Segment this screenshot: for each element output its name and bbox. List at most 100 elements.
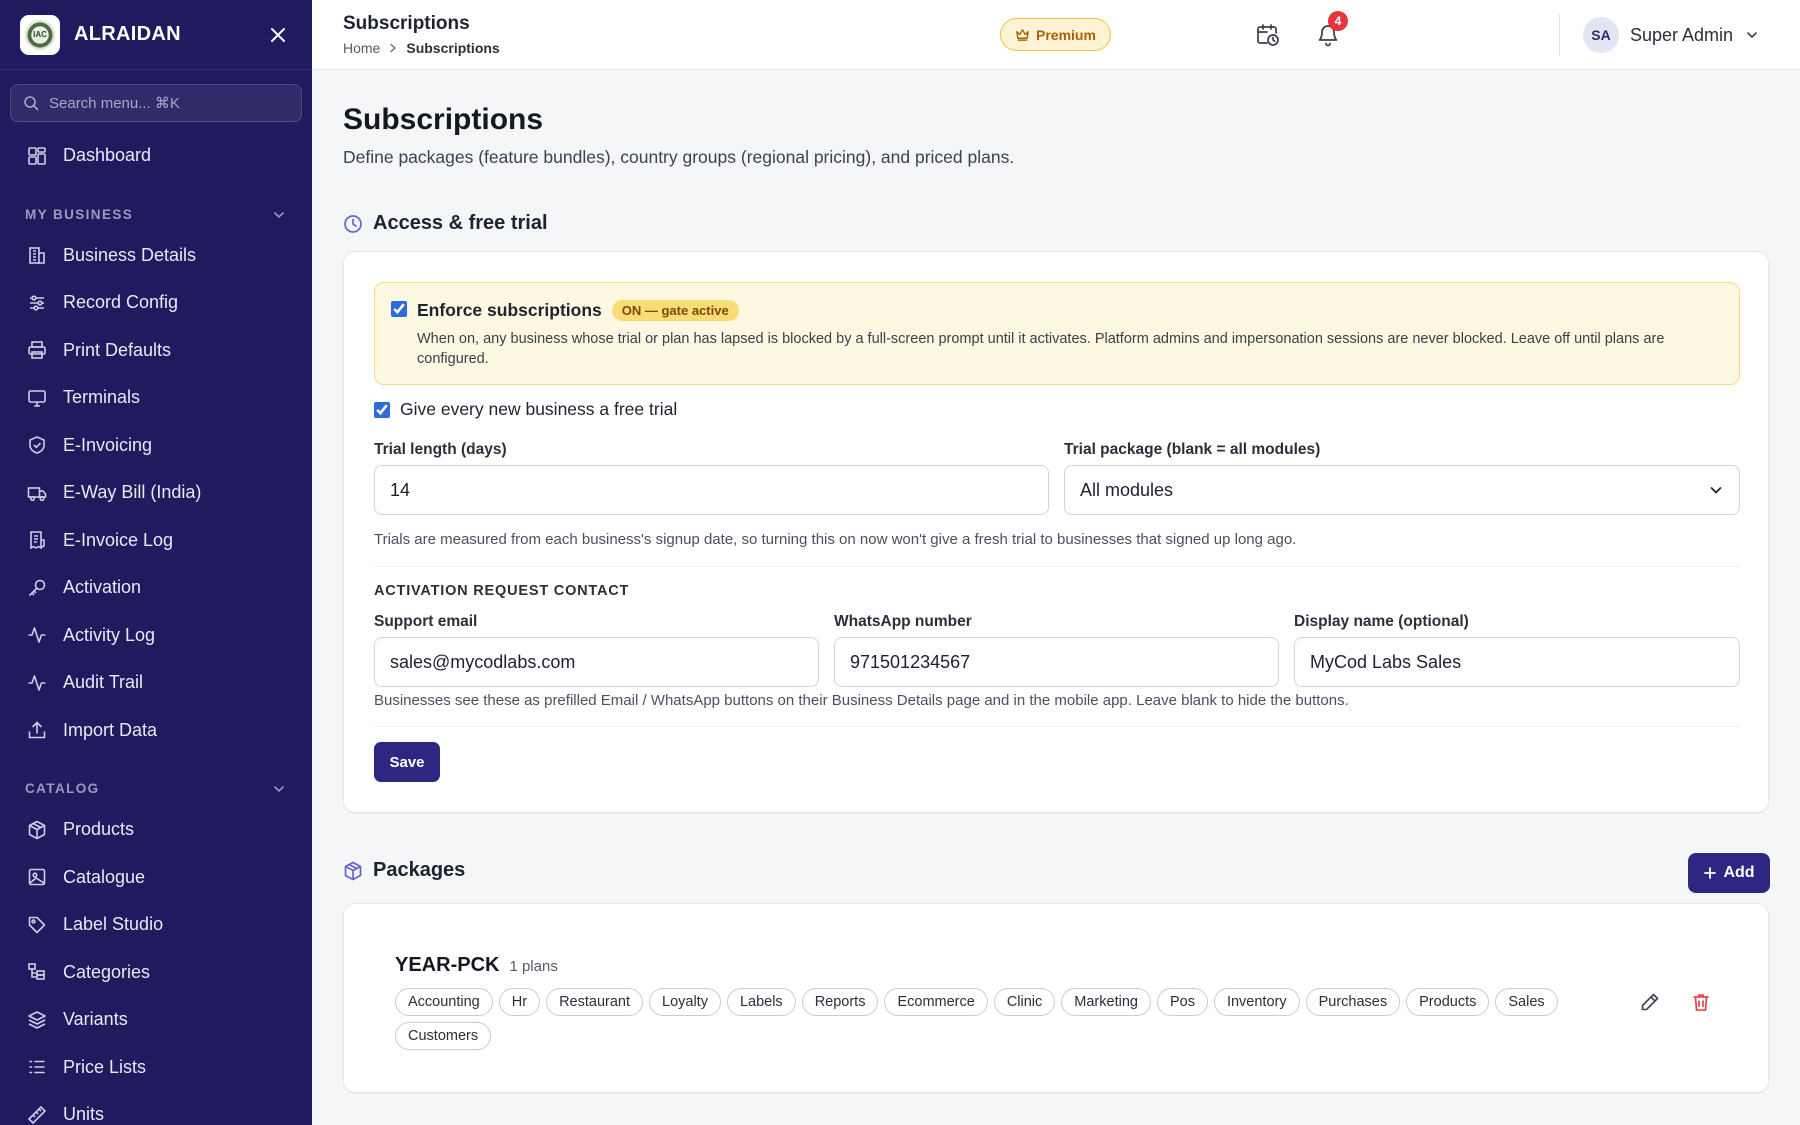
module-chip: Marketing: [1061, 988, 1151, 1016]
sidebar-item-dashboard[interactable]: Dashboard: [0, 132, 312, 180]
page-description: Define packages (feature bundles), count…: [343, 147, 1015, 167]
module-chip: Labels: [726, 988, 796, 1016]
calendar-clock-button[interactable]: [1252, 19, 1284, 51]
sidebar-item-categories[interactable]: Categories: [0, 949, 312, 997]
receipt-icon: [26, 529, 48, 551]
shield-check-icon: [26, 434, 48, 456]
free-trial-label: Give every new business a free trial: [400, 399, 678, 419]
module-chip: Accounting: [395, 988, 493, 1016]
add-package-button[interactable]: Add: [1688, 853, 1770, 893]
free-trial-checkbox[interactable]: [374, 401, 390, 418]
save-button[interactable]: Save: [374, 742, 440, 782]
sidebar-section-catalog[interactable]: CATALOG: [0, 754, 312, 806]
tag-icon: [26, 914, 48, 936]
enforce-subscriptions-checkbox[interactable]: [391, 301, 407, 317]
free-trial-row: Give every new business a free trial: [374, 399, 677, 420]
page-title: Subscriptions: [343, 103, 544, 136]
whatsapp-input[interactable]: [834, 637, 1279, 687]
support-email-input[interactable]: [374, 637, 819, 687]
clock-icon: [344, 214, 362, 233]
activity-icon: [26, 624, 48, 646]
sidebar-item-activity-log[interactable]: Activity Log: [0, 612, 312, 660]
upload-icon: [26, 719, 48, 741]
trial-length-label: Trial length (days): [374, 441, 507, 458]
plus-icon: [1704, 867, 1717, 879]
sidebar-item-catalogue[interactable]: Catalogue: [0, 854, 312, 902]
enforce-description: When on, any business whose trial or pla…: [417, 331, 1665, 367]
enforce-subscriptions-panel: Enforce subscriptions ON — gate active W…: [374, 282, 1740, 385]
premium-badge[interactable]: Premium: [1000, 18, 1111, 51]
close-sidebar-button[interactable]: [264, 21, 292, 49]
module-chip: Hr: [498, 988, 541, 1016]
sidebar-item-variants[interactable]: Variants: [0, 996, 312, 1044]
module-chip: Loyalty: [649, 988, 721, 1016]
module-chip: Purchases: [1305, 988, 1401, 1016]
edit-package-button[interactable]: [1634, 986, 1666, 1018]
header-divider: [1559, 14, 1560, 56]
activation-contact-heading: ACTIVATION REQUEST CONTACT: [374, 583, 630, 599]
sidebar-search[interactable]: [10, 84, 302, 122]
sidebar-item-products[interactable]: Products: [0, 806, 312, 854]
whatsapp-label: WhatsApp number: [834, 613, 972, 630]
module-chip: Ecommerce: [884, 988, 988, 1016]
delete-package-button[interactable]: [1685, 986, 1717, 1018]
sidebar-item-e-invoicing[interactable]: E-Invoicing: [0, 422, 312, 470]
sidebar-item-label-studio[interactable]: Label Studio: [0, 901, 312, 949]
list-icon: [26, 1056, 48, 1078]
trial-package-label: Trial package (blank = all modules): [1064, 441, 1321, 458]
package-module-chips: Accounting Hr Restaurant Loyalty Labels …: [395, 988, 1595, 1050]
categories-icon: [26, 961, 48, 983]
access-section-header: Access & free trial: [343, 212, 548, 235]
sidebar-item-print-defaults[interactable]: Print Defaults: [0, 327, 312, 375]
package-name: YEAR-PCK: [395, 954, 500, 976]
sidebar-section-my-business[interactable]: MY BUSINESS: [0, 180, 312, 232]
breadcrumb-home[interactable]: Home: [343, 40, 380, 56]
sidebar-search-input[interactable]: [49, 94, 279, 112]
package-icon: [344, 861, 362, 880]
module-chip: Inventory: [1213, 988, 1300, 1016]
sidebar-item-terminals[interactable]: Terminals: [0, 374, 312, 422]
brand-name: ALRAIDAN: [74, 23, 181, 45]
chevron-right-icon: [390, 43, 397, 53]
module-chip: Customers: [395, 1022, 492, 1050]
layers-icon: [26, 1009, 48, 1031]
close-icon: [271, 27, 285, 42]
activity-icon: [26, 672, 48, 694]
sidebar-item-business-details[interactable]: Business Details: [0, 232, 312, 280]
user-menu[interactable]: SA Super Admin: [1583, 17, 1759, 53]
search-icon: [24, 96, 39, 111]
sidebar-item-import-data[interactable]: Import Data: [0, 707, 312, 755]
divider: [374, 566, 1740, 567]
key-icon: [26, 577, 48, 599]
display-name-input[interactable]: [1294, 637, 1740, 687]
sidebar-item-units[interactable]: Units: [0, 1091, 312, 1125]
breadcrumb: Home Subscriptions: [343, 40, 500, 56]
sidebar-item-e-way-bill[interactable]: E-Way Bill (India): [0, 469, 312, 517]
header-title: Subscriptions: [343, 13, 470, 34]
chevron-down-icon: [274, 786, 284, 793]
building-icon: [26, 244, 48, 266]
trial-length-input[interactable]: [374, 465, 1049, 515]
monitor-icon: [26, 387, 48, 409]
trial-package-select[interactable]: All modules: [1064, 465, 1740, 515]
module-chip: Clinic: [993, 988, 1056, 1016]
brand: IAC ALRAIDAN: [0, 0, 312, 70]
avatar: SA: [1583, 17, 1619, 53]
sidebar-item-activation[interactable]: Activation: [0, 564, 312, 612]
sidebar-item-e-invoice-log[interactable]: E-Invoice Log: [0, 517, 312, 565]
sidebar-item-price-lists[interactable]: Price Lists: [0, 1044, 312, 1092]
brand-logo[interactable]: IAC: [20, 14, 60, 55]
notifications-button[interactable]: 4: [1312, 11, 1348, 51]
module-chip: Reports: [801, 988, 879, 1016]
user-name: Super Admin: [1630, 24, 1734, 45]
pencil-icon: [1641, 993, 1659, 1011]
module-chip: Restaurant: [546, 988, 643, 1016]
status-badge: ON — gate active: [611, 300, 739, 321]
printer-icon: [26, 339, 48, 361]
support-email-label: Support email: [374, 613, 478, 630]
sidebar-item-record-config[interactable]: Record Config: [0, 279, 312, 327]
trial-help-text: Trials are measured from each business's…: [374, 531, 1297, 548]
access-card: Enforce subscriptions ON — gate active W…: [343, 251, 1769, 813]
enforce-subscriptions-label: Enforce subscriptions: [417, 300, 602, 320]
sidebar-item-audit-trail[interactable]: Audit Trail: [0, 659, 312, 707]
